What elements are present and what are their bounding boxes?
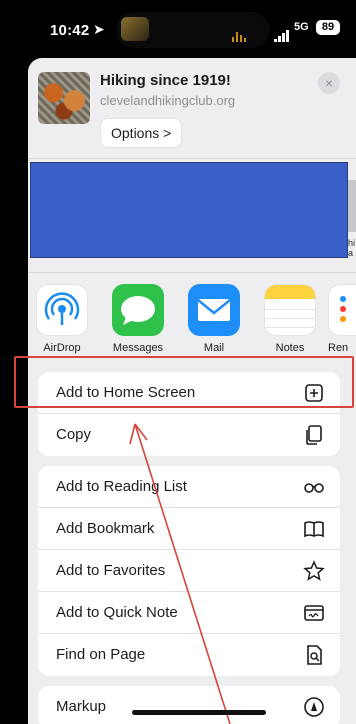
status-bar: 10:42 ➤ 5G 89 — [0, 0, 356, 56]
mail-icon — [188, 284, 240, 336]
app-messages[interactable]: Messages — [108, 284, 168, 354]
quick-note-icon — [304, 605, 324, 621]
now-playing-artwork-icon — [121, 17, 149, 41]
app-mail[interactable]: Mail — [184, 284, 244, 354]
action-label: Find on Page — [56, 646, 146, 663]
action-add-to-quick-note[interactable]: Add to Quick Note — [38, 592, 340, 634]
find-on-page-icon — [307, 645, 322, 665]
action-label: Add to Reading List — [56, 478, 187, 495]
airdrop-icon — [36, 284, 88, 336]
glasses-icon — [304, 483, 324, 493]
options-button[interactable]: Options > — [100, 118, 183, 148]
action-label: Add to Favorites — [56, 562, 166, 579]
audio-waveform-icon — [232, 24, 250, 42]
action-label: Markup — [56, 698, 107, 715]
markup-icon — [304, 697, 324, 717]
home-indicator[interactable] — [132, 710, 266, 715]
cellular-signal-icon — [274, 24, 292, 42]
app-airdrop[interactable]: AirDrop — [32, 284, 92, 354]
star-icon — [303, 560, 325, 581]
status-time: 10:42 — [50, 22, 90, 39]
divider — [28, 158, 356, 159]
app-label: Notes — [275, 342, 305, 354]
action-markup[interactable]: Markup — [38, 686, 340, 724]
action-label: Add Bookmark — [56, 520, 155, 537]
location-arrow-icon: ➤ — [93, 21, 105, 37]
action-add-bookmark[interactable]: Add Bookmark — [38, 508, 340, 550]
divider — [28, 272, 356, 273]
next-suggestion-card[interactable]: hi a — [348, 180, 356, 258]
action-add-to-favorites[interactable]: Add to Favorites — [38, 550, 340, 592]
site-url: clevelandhikingclub.org — [100, 93, 236, 108]
close-button[interactable]: × — [318, 72, 340, 94]
action-find-on-page[interactable]: Find on Page — [38, 634, 340, 676]
app-label: Mail — [203, 342, 225, 354]
annotation-highlight-box — [14, 356, 354, 408]
actions-group-tertiary: Markup — [38, 686, 340, 724]
site-title: Hiking since 1919! — [100, 72, 231, 89]
action-add-to-reading-list[interactable]: Add to Reading List — [38, 466, 340, 508]
share-preview-header: Hiking since 1919! clevelandhikingclub.o… — [28, 58, 356, 158]
copy-icon — [306, 425, 322, 445]
messages-icon — [112, 284, 164, 336]
suggestion-card[interactable] — [30, 162, 348, 258]
next-suggestion-text: hi a — [348, 238, 356, 258]
app-label: AirDrop — [43, 342, 81, 354]
app-reminders[interactable]: Ren — [328, 284, 356, 354]
apps-row: AirDrop Messages Mail Notes Ren — [28, 284, 356, 359]
action-copy[interactable]: Copy — [38, 414, 340, 456]
action-label: Add to Quick Note — [56, 604, 178, 621]
phone-screen: 10:42 ➤ 5G 89 Hiking since 1919! clevela… — [0, 0, 356, 724]
action-label: Copy — [56, 426, 92, 443]
reminders-icon — [328, 284, 356, 336]
app-label: Ren — [328, 342, 349, 354]
battery-indicator: 89 — [316, 20, 340, 35]
network-type: 5G — [294, 21, 309, 33]
actions-group-secondary: Add to Reading List Add Bookmark Add to … — [38, 466, 340, 676]
app-label: Messages — [112, 342, 164, 354]
notes-icon — [264, 284, 316, 336]
book-icon — [304, 521, 324, 538]
app-notes[interactable]: Notes — [260, 284, 320, 354]
site-thumbnail — [38, 72, 90, 124]
